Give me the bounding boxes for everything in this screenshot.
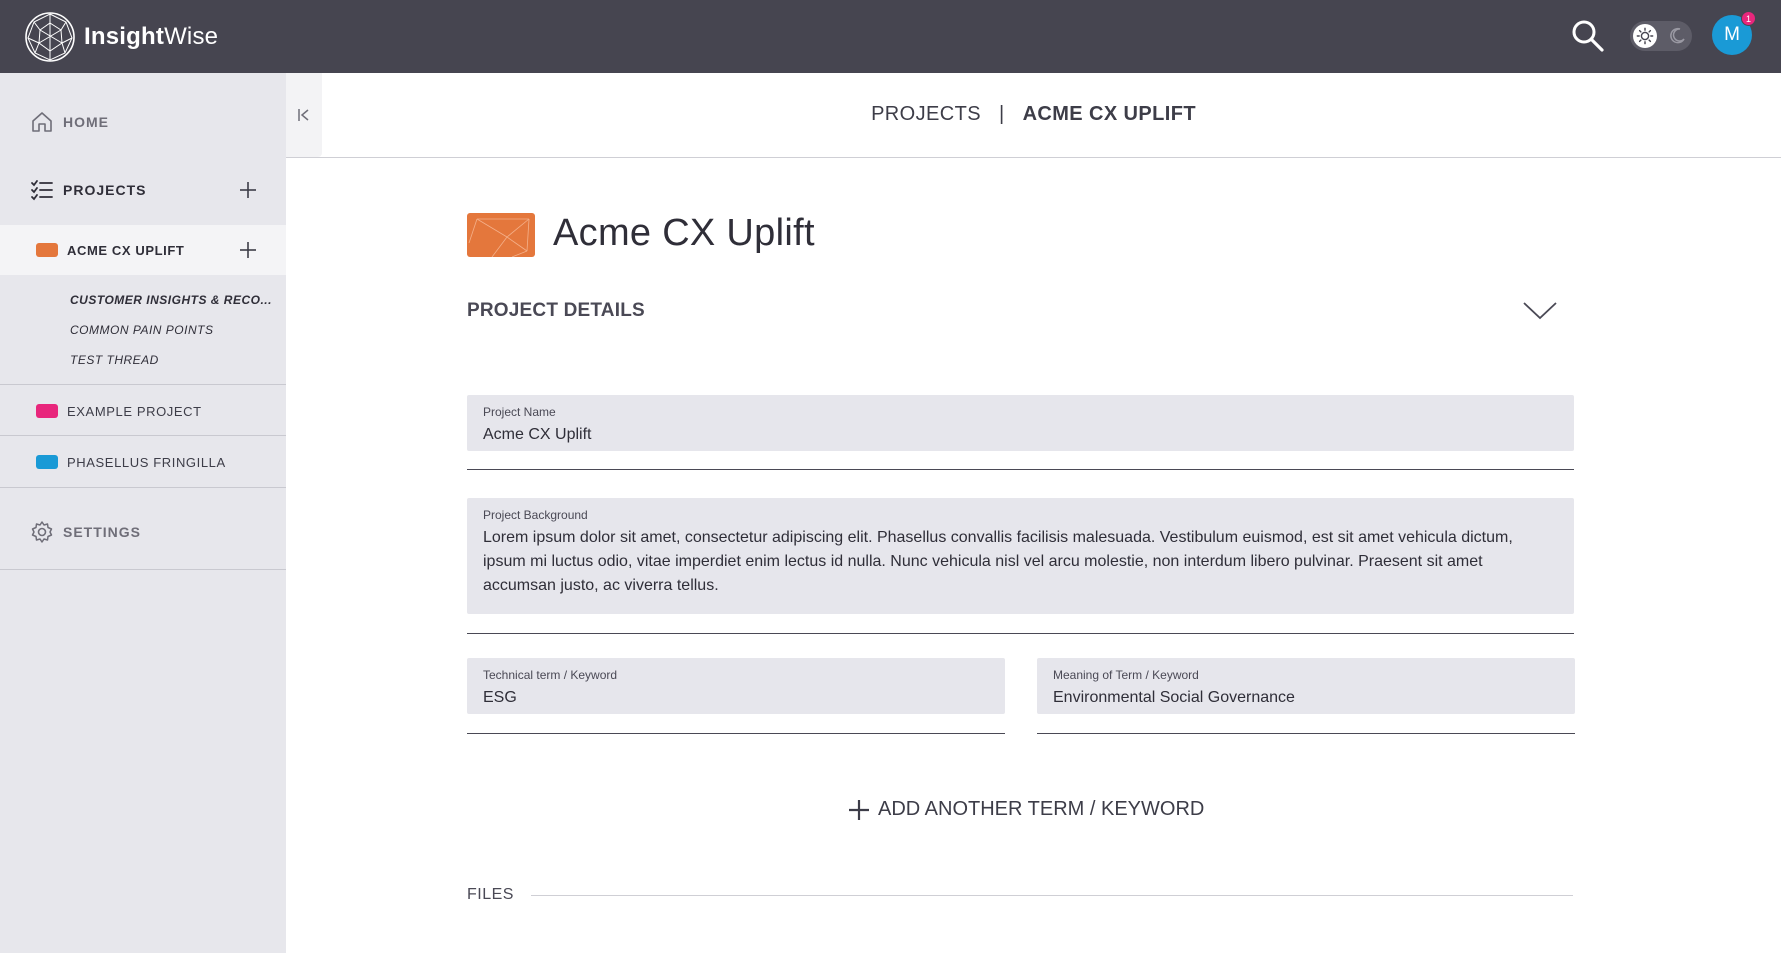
project-color-swatch [36, 404, 58, 418]
project-thumbnail [467, 213, 535, 257]
field-value[interactable]: Acme CX Uplift [483, 423, 591, 447]
add-term-button[interactable]: ADD ANOTHER TERM / KEYWORD [848, 798, 1204, 821]
search-button[interactable] [1570, 18, 1606, 54]
project-label: PHASELLUS FRINGILLA [67, 454, 226, 470]
sidebar: HOME PROJECTS ACME CX UPLIFT CUSTOMER IN… [0, 73, 286, 953]
page-title: Acme CX Uplift [553, 212, 815, 254]
sidebar-project-example[interactable]: EXAMPLE PROJECT [0, 387, 286, 435]
sidebar-item-settings[interactable]: SETTINGS [0, 515, 286, 549]
theme-toggle[interactable] [1630, 21, 1692, 51]
app-logo[interactable]: InsightWise [24, 11, 218, 63]
files-section-label: FILES [467, 886, 514, 903]
field-label: Project Background [483, 508, 588, 522]
sidebar-item-home[interactable]: HOME [0, 105, 286, 139]
field-value[interactable]: ESG [483, 686, 517, 710]
divider [0, 487, 286, 488]
notification-badge: 1 [1741, 11, 1756, 26]
field-value[interactable]: Environmental Social Governance [1053, 686, 1295, 710]
sidebar-project-acme[interactable]: ACME CX UPLIFT [0, 225, 286, 275]
section-title-project-details: PROJECT DETAILS [467, 300, 645, 321]
project-background-field[interactable]: Project Background Lorem ipsum dolor sit… [467, 498, 1574, 614]
field-underline [467, 469, 1574, 470]
sidebar-item-label: PROJECTS [63, 182, 147, 198]
field-label: Project Name [483, 405, 556, 419]
technical-term-field[interactable]: Technical term / Keyword ESG [467, 658, 1005, 714]
divider [0, 435, 286, 436]
project-name-field[interactable]: Project Name Acme CX Uplift [467, 395, 1574, 451]
home-icon [32, 112, 52, 132]
project-thumbnail-pattern [468, 218, 530, 257]
collapse-left-icon [298, 109, 309, 121]
project-label: EXAMPLE PROJECT [67, 403, 202, 419]
divider [0, 569, 286, 570]
field-label: Technical term / Keyword [483, 668, 618, 682]
sidebar-item-label: SETTINGS [63, 524, 142, 540]
checklist-icon [31, 180, 53, 201]
project-label: ACME CX UPLIFT [67, 242, 185, 258]
collapse-sidebar-button[interactable] [286, 73, 322, 157]
search-icon [1572, 20, 1604, 52]
breadcrumb: PROJECTS | ACME CX UPLIFT [286, 103, 1781, 126]
field-label: Meaning of Term / Keyword [1053, 668, 1199, 682]
files-divider [531, 895, 1573, 896]
add-thread-plus-icon[interactable] [238, 240, 258, 260]
divider [0, 384, 286, 385]
breadcrumb-projects-link[interactable]: PROJECTS [871, 103, 981, 125]
field-value[interactable]: Lorem ipsum dolor sit amet, consectetur … [483, 526, 1558, 598]
breadcrumb-current: ACME CX UPLIFT [1022, 103, 1196, 125]
project-color-swatch [36, 243, 58, 257]
field-underline [1037, 733, 1575, 734]
thread-item[interactable]: COMMON PAIN POINTS [70, 323, 213, 337]
app-name: InsightWise [84, 23, 219, 50]
breadcrumb-separator: | [998, 103, 1005, 125]
sidebar-item-projects[interactable]: PROJECTS [0, 173, 286, 207]
sun-icon [1633, 24, 1657, 48]
top-bar: InsightWise M 1 [0, 0, 1781, 73]
thread-item[interactable]: TEST THREAD [70, 353, 159, 367]
gear-icon [31, 521, 53, 543]
add-term-label: ADD ANOTHER TERM / KEYWORD [878, 798, 1205, 820]
breadcrumb-bar: PROJECTS | ACME CX UPLIFT [286, 73, 1781, 158]
moon-icon [1670, 27, 1685, 44]
sidebar-item-label: HOME [63, 114, 109, 130]
globe-logo-icon [25, 12, 75, 62]
field-underline [467, 733, 1005, 734]
project-color-swatch [36, 455, 58, 469]
chevron-down-icon[interactable] [1522, 300, 1558, 322]
thread-item[interactable]: CUSTOMER INSIGHTS & RECO... [70, 293, 272, 307]
term-meaning-field[interactable]: Meaning of Term / Keyword Environmental … [1037, 658, 1575, 714]
field-underline [467, 633, 1574, 634]
plus-icon [849, 799, 869, 820]
add-project-plus-icon[interactable] [238, 180, 258, 200]
sidebar-project-phasellus[interactable]: PHASELLUS FRINGILLA [0, 438, 286, 486]
